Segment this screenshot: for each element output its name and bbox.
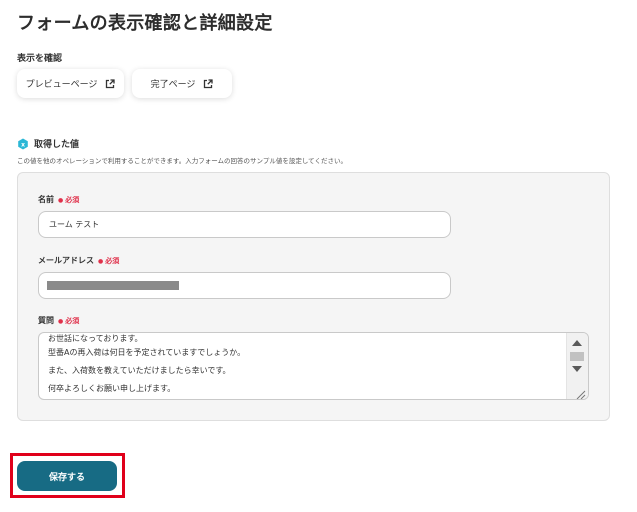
question-textarea[interactable]: お世話になっております。 型番Aの再入荷は何日を予定されていますでしょうか。 ま… xyxy=(38,332,589,400)
acquired-values-title: 取得した値 xyxy=(34,140,80,150)
name-input-value: ユーム テスト xyxy=(49,220,100,229)
name-field-label: 名前 ● 必須 xyxy=(38,194,79,205)
email-input[interactable] xyxy=(38,272,451,299)
svg-text:x: x xyxy=(21,141,25,148)
hexagon-badge-icon: x xyxy=(17,138,29,150)
textarea-line: 何卒よろしくお願い申し上げます。 xyxy=(48,384,176,393)
textarea-line: また、入荷数を教えていただけましたら幸いです。 xyxy=(48,366,231,375)
preview-page-label: プレビューページ xyxy=(25,80,98,90)
preview-page-button[interactable]: プレビューページ xyxy=(17,69,124,98)
scroll-thumb[interactable] xyxy=(570,352,584,361)
question-field-label: 質問 ● 必須 xyxy=(38,315,79,326)
external-link-icon xyxy=(203,78,214,89)
email-field-label: メールアドレス ● 必須 xyxy=(38,255,119,266)
required-text: 必須 xyxy=(65,316,80,325)
question-label-text: 質問 xyxy=(38,316,54,325)
save-button-label: 保存する xyxy=(48,472,85,483)
name-input[interactable]: ユーム テスト xyxy=(38,211,451,238)
scroll-up-arrow-icon[interactable] xyxy=(572,340,582,346)
display-check-label: 表示を確認 xyxy=(17,54,63,64)
acquired-values-description: この値を他のオペレーションで利用することができます。入力フォームの回答のサンプル… xyxy=(17,157,347,165)
required-text: 必須 xyxy=(65,195,80,204)
masked-email-value xyxy=(47,281,179,290)
acquired-values-heading: x 取得した値 xyxy=(17,137,79,150)
required-badge: ● 必須 xyxy=(58,316,80,325)
external-link-icon xyxy=(105,78,116,89)
complete-page-label: 完了ページ xyxy=(150,80,196,90)
name-label-text: 名前 xyxy=(38,195,54,204)
required-badge: ● 必須 xyxy=(58,195,80,204)
page-title: フォームの表示確認と詳細設定 xyxy=(17,13,273,34)
required-badge: ● 必須 xyxy=(98,256,120,265)
required-text: 必須 xyxy=(105,256,120,265)
textarea-line: お世話になっております。 xyxy=(48,334,143,343)
scroll-down-arrow-icon[interactable] xyxy=(572,366,582,372)
textarea-line: 型番Aの再入荷は何日を予定されていますでしょうか。 xyxy=(48,348,246,357)
resize-handle-icon[interactable] xyxy=(574,385,586,399)
save-button[interactable]: 保存する xyxy=(17,461,117,491)
email-label-text: メールアドレス xyxy=(38,256,94,265)
complete-page-button[interactable]: 完了ページ xyxy=(132,69,232,98)
